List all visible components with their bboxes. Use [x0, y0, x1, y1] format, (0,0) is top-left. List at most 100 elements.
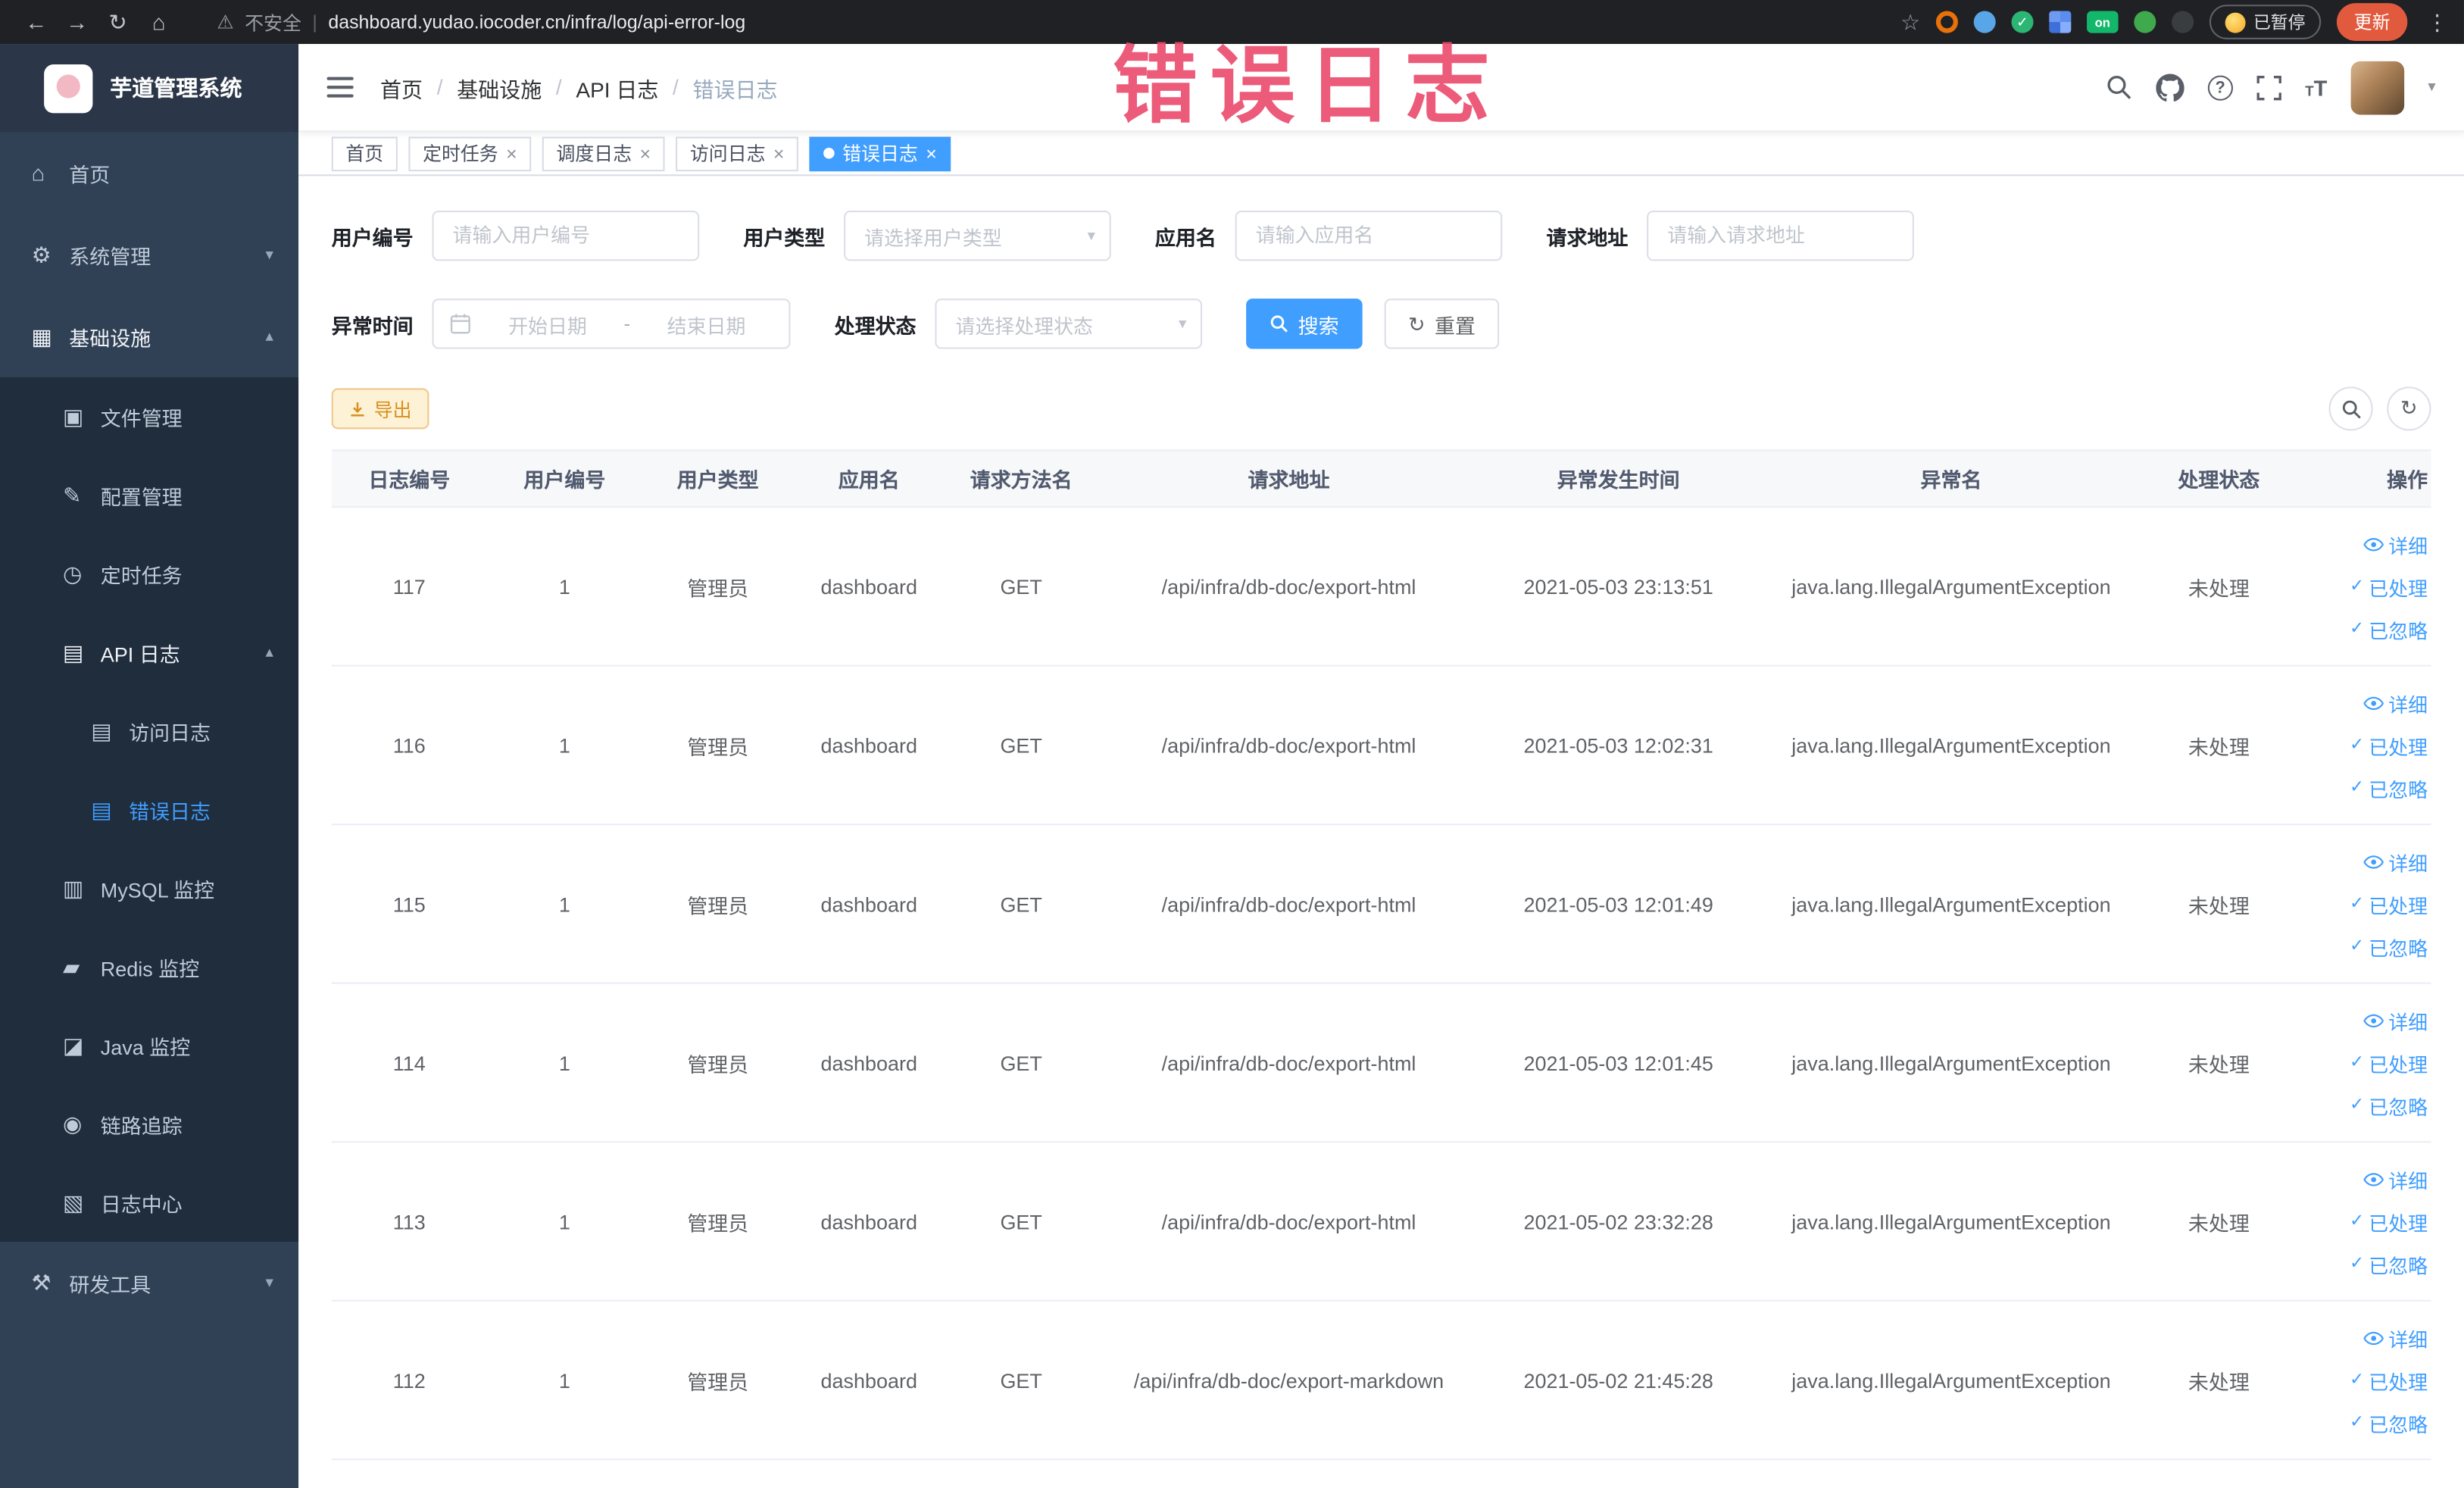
mark-processed-link[interactable]: ✓ 已处理 [2350, 1365, 2428, 1395]
user-id-label: 用户编号 [331, 225, 414, 249]
sidebar-item-log-center[interactable]: ▧ 日志中心 [0, 1163, 298, 1242]
sidebar-item-redis-monitor[interactable]: ▰ Redis 监控 [0, 927, 298, 1006]
col-actions: 操作 [2387, 468, 2428, 492]
sidebar-item-config-management[interactable]: ✎ 配置管理 [0, 456, 298, 535]
mark-ignored-link[interactable]: ✓ 已忽略 [2350, 773, 2428, 802]
sidebar-item-infrastructure[interactable]: ▦ 基础设施 ▴ [0, 295, 298, 377]
sidebar-item-scheduled-tasks[interactable]: ◷ 定时任务 [0, 534, 298, 613]
extension-icon-4[interactable] [2049, 11, 2072, 33]
cell-exception-time: 2021-05-03 12:01:45 [1523, 1050, 1713, 1074]
extension-icon-6[interactable] [2172, 11, 2194, 33]
toggle-search-button[interactable] [2328, 386, 2373, 431]
detail-link[interactable]: 详细 [2363, 529, 2428, 558]
mark-processed-link[interactable]: ✓ 已处理 [2350, 571, 2428, 601]
home-icon: ⌂ [31, 160, 45, 186]
reload-icon[interactable]: ↻ [98, 8, 139, 35]
sidebar-item-devtools[interactable]: ⚒ 研发工具 ▾ [0, 1242, 298, 1324]
avatar-caret-down-icon[interactable]: ▾ [2428, 79, 2435, 96]
search-button[interactable]: 搜索 [1246, 299, 1363, 349]
file-icon: ▣ [62, 403, 84, 429]
search-icon[interactable] [2106, 74, 2132, 101]
mark-processed-link[interactable]: ✓ 已处理 [2350, 1206, 2428, 1236]
tab-schedule-log[interactable]: 调度日志 × [542, 136, 665, 171]
detail-link-label: 详细 [2388, 1329, 2428, 1352]
detail-link-label: 详细 [2388, 1170, 2428, 1193]
close-icon[interactable]: × [506, 144, 517, 163]
sidebar-item-error-log[interactable]: ▤ 错误日志 [0, 771, 298, 849]
sidebar-item-mysql-monitor[interactable]: ▥ MySQL 监控 [0, 849, 298, 927]
github-icon[interactable] [2156, 73, 2184, 101]
detail-link[interactable]: 详细 [2363, 1005, 2428, 1035]
close-icon[interactable]: × [926, 144, 937, 163]
sidebar-item-system-management[interactable]: ⚙ 系统管理 ▾ [0, 214, 298, 295]
close-icon[interactable]: × [639, 144, 651, 163]
extension-icon-3[interactable]: ✓ [2011, 11, 2034, 33]
mark-ignored-link[interactable]: ✓ 已忽略 [2350, 1249, 2428, 1278]
cell-method: GET [1000, 733, 1042, 757]
mark-ignored-link[interactable]: ✓ 已忽略 [2350, 614, 2428, 643]
forward-icon[interactable]: → [57, 9, 98, 34]
fullscreen-icon[interactable] [2256, 74, 2281, 100]
export-button[interactable]: 导出 [331, 388, 429, 430]
breadcrumb-infrastructure[interactable]: 基础设施 [457, 71, 542, 102]
eye-icon [2363, 1168, 2384, 1189]
sidebar-item-home[interactable]: ⌂ 首页 [0, 132, 298, 214]
user-avatar[interactable] [2350, 60, 2405, 114]
cell-status: 未处理 [2188, 1211, 2250, 1235]
back-icon[interactable]: ← [16, 9, 57, 34]
request-url-input[interactable] [1647, 210, 1914, 261]
sidebar-item-label: 定时任务 [100, 563, 183, 587]
sidebar-item-tracing[interactable]: ◉ 链路追踪 [0, 1084, 298, 1163]
bookmark-star-icon[interactable]: ☆ [1900, 8, 1920, 35]
breadcrumb-home[interactable]: 首页 [380, 71, 423, 102]
mark-processed-link[interactable]: ✓ 已处理 [2350, 1048, 2428, 1077]
table-body: 117 1 管理员 dashboard GET /api/infra/db-do… [331, 508, 2431, 1461]
mark-processed-link[interactable]: ✓ 已处理 [2350, 730, 2428, 760]
app-logo[interactable]: 芋道管理系统 [0, 44, 299, 133]
mark-ignored-link[interactable]: ✓ 已忽略 [2350, 1408, 2428, 1437]
address-bar[interactable]: ⚠ 不安全 | dashboard.yudao.iocoder.cn/infra… [217, 8, 1900, 35]
extension-icon-1[interactable] [1935, 11, 1958, 33]
browser-update-button[interactable]: 更新 [2336, 3, 2408, 41]
mark-processed-link[interactable]: ✓ 已处理 [2350, 889, 2428, 918]
extension-icon-2[interactable] [1973, 11, 1996, 33]
font-size-icon[interactable]: TT [2305, 75, 2327, 100]
cell-request-url: /api/infra/db-doc/export-html [1161, 733, 1416, 757]
app-name-input[interactable] [1235, 210, 1503, 261]
user-id-input[interactable] [432, 210, 700, 261]
active-tab-dot [823, 148, 835, 159]
tab-access-log[interactable]: 访问日志 × [676, 136, 799, 171]
breadcrumb-api-logs[interactable]: API 日志 [576, 71, 658, 102]
extension-icon-on[interactable]: on [2087, 11, 2119, 33]
collapse-sidebar-icon[interactable] [322, 70, 357, 105]
detail-link[interactable]: 详细 [2363, 846, 2428, 876]
reset-button[interactable]: ↻ 重置 [1384, 299, 1500, 349]
sidebar-item-file-management[interactable]: ▣ 文件管理 [0, 377, 298, 456]
main-area: 首页 / 基础设施 / API 日志 / 错误日志 ? T T ▾ 首页 定时任… [298, 44, 2464, 1488]
user-type-select[interactable]: 请选择用户类型 ▾ [844, 210, 1111, 261]
sidebar-item-api-logs[interactable]: ▤ API 日志 ▴ [0, 613, 298, 692]
help-icon[interactable]: ? [2207, 74, 2233, 100]
cell-user-type: 管理员 [687, 576, 749, 600]
sidebar-item-access-log[interactable]: ▤ 访问日志 [0, 692, 298, 771]
detail-link-label: 详细 [2388, 1011, 2428, 1034]
browser-home-icon[interactable]: ⌂ [139, 9, 180, 34]
sidebar-item-java-monitor[interactable]: ◪ Java 监控 [0, 1006, 298, 1085]
refresh-table-button[interactable]: ↻ [2387, 386, 2431, 431]
tab-scheduled-tasks[interactable]: 定时任务 × [408, 136, 532, 171]
table-row: 112 1 管理员 dashboard GET /api/infra/db-do… [331, 1302, 2431, 1461]
tab-error-log[interactable]: 错误日志 × [809, 136, 951, 171]
close-icon[interactable]: × [773, 144, 785, 163]
detail-link[interactable]: 详细 [2363, 688, 2428, 717]
detail-link[interactable]: 详细 [2363, 1164, 2428, 1193]
profile-paused-chip[interactable]: 已暂停 [2209, 5, 2322, 39]
process-status-select[interactable]: 请选择处理状态 ▾ [935, 299, 1203, 349]
browser-menu-icon[interactable]: ⋮ [2426, 8, 2448, 35]
filter-row-1: 用户编号 用户类型 请选择用户类型 ▾ 应用名 [331, 210, 2431, 261]
date-range-picker[interactable]: 开始日期 - 结束日期 [432, 299, 791, 349]
tab-home[interactable]: 首页 [331, 136, 398, 171]
mark-ignored-link[interactable]: ✓ 已忽略 [2350, 931, 2428, 961]
extension-icon-5[interactable] [2134, 11, 2156, 33]
mark-ignored-link[interactable]: ✓ 已忽略 [2350, 1090, 2428, 1120]
detail-link[interactable]: 详细 [2363, 1323, 2428, 1352]
